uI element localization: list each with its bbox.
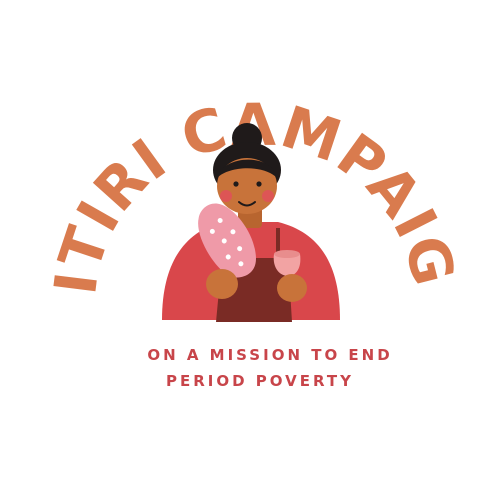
tagline-line-1: ON A MISSION TO END xyxy=(147,346,393,364)
left-hand xyxy=(206,269,238,299)
tagline-line-2: PERIOD POVERTY xyxy=(166,372,354,390)
campaign-logo: SITIRI CAMPAIGN xyxy=(0,0,467,322)
left-cheek xyxy=(220,190,232,202)
right-eye xyxy=(256,181,262,187)
right-hand xyxy=(277,274,307,302)
left-eye xyxy=(233,181,239,187)
right-cheek xyxy=(262,190,274,202)
